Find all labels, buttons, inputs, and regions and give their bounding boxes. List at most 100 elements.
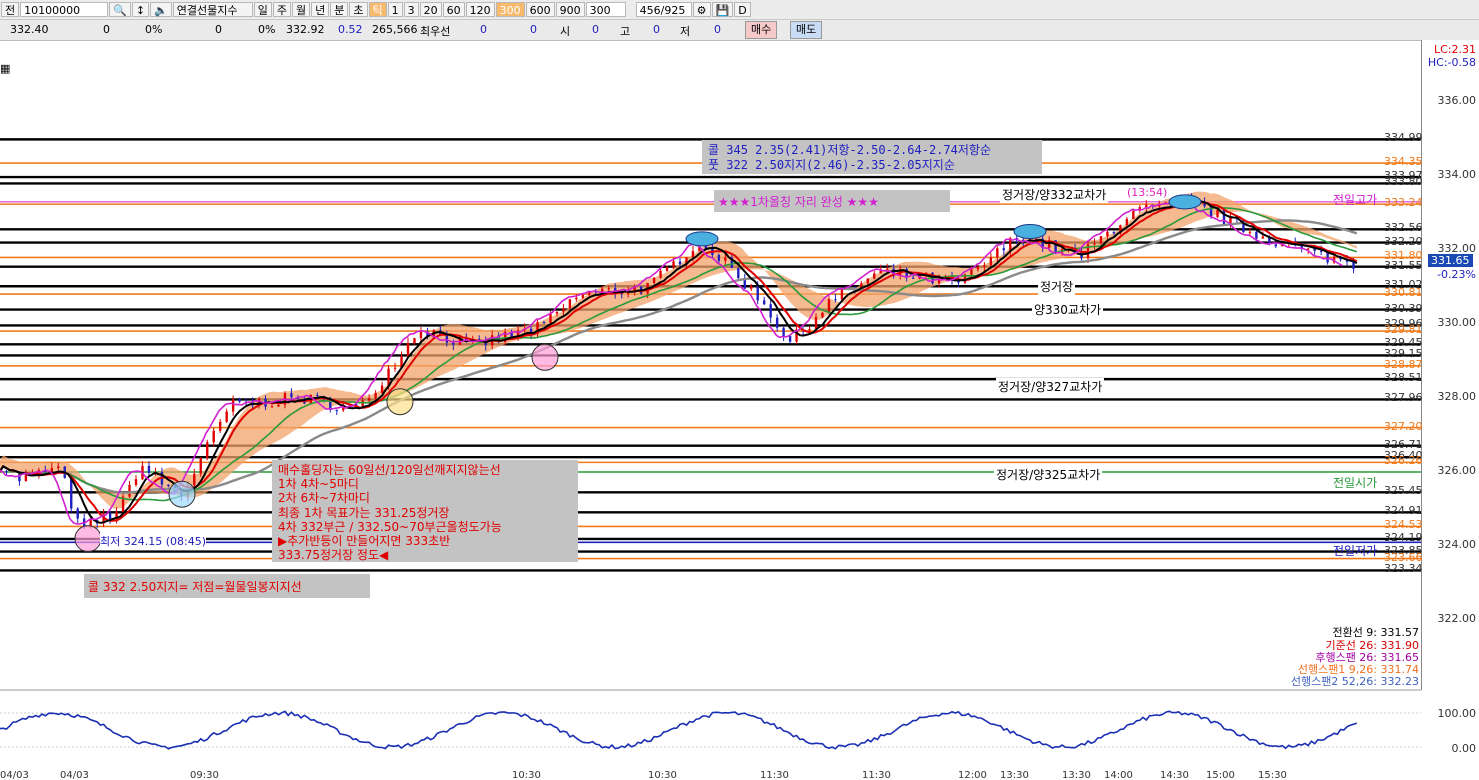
num-300[interactable]: 300 [495,2,525,17]
paging-field[interactable]: 456/925 [635,2,692,17]
strategy-line-2: 1차 4차~5마디 [278,477,359,492]
time-label-8: 13:30 [1000,770,1029,780]
put-support-note: 풋 322 2.50지지(2.46)-2.35-2.05지지순 [708,158,955,172]
bottom-note: 콜 332 2.50지지= 저점=월물일봉지지선 [88,580,302,594]
num-600[interactable]: 600 [525,2,555,17]
quote-v2: 0 [215,23,222,36]
candle-body [419,331,423,339]
candle-body [562,308,565,312]
candle-body [1261,236,1265,239]
time-label-12: 15:00 [1206,770,1235,780]
candle-body [983,265,986,267]
candle-body [290,393,293,398]
price-axis[interactable]: LC:2.31 HC:-0.58 336.00 334.00 332.00 33… [1421,40,1479,755]
candle-body [724,257,727,261]
period-day[interactable]: 일 [253,2,272,17]
price-chart[interactable]: ▦ 04/03 04/03 09:30 10:30 10:30 11:30 11:30 12:… [0,40,1479,780]
tick-322: 322.00 [1437,612,1477,625]
candle-body [231,399,235,412]
candle-body [717,254,721,261]
candle-body [199,458,202,474]
candle-body [413,338,416,344]
candle-body [147,465,151,474]
tick-326: 326.00 [1437,464,1477,477]
save-icon[interactable]: 💾 [711,2,734,17]
price-level-label: 327.20 [1384,419,1423,433]
search-icon[interactable]: 🔍 [109,2,131,17]
num-20[interactable]: 20 [419,2,442,17]
quote-p2: 0% [258,23,276,36]
sound-icon[interactable]: 🔈 [150,2,172,17]
candle-body [76,508,79,519]
candle-body [672,261,675,268]
time-label-10: 14:00 [1104,770,1133,780]
mode-button[interactable]: 전 [1,2,20,17]
candle-body [808,329,811,331]
candle-body [827,299,831,313]
candle-body [652,277,656,284]
period-second[interactable]: 초 [349,2,368,17]
candle-body [737,268,740,279]
time-label-9: 13:30 [1062,770,1091,780]
quote-z4: 0 [653,23,660,36]
time-label-6: 11:30 [862,770,891,780]
spin-icon[interactable]: ↕ [131,2,150,17]
candle-body [1274,244,1278,247]
price-level-label: 334.99 [1384,131,1423,145]
period-minute[interactable]: 분 [330,2,349,17]
quote-z3: 0 [592,23,599,36]
candle-body [238,399,241,402]
period-year[interactable]: 년 [311,2,330,17]
period-month[interactable]: 월 [292,2,311,17]
candle-body [108,513,112,519]
oscillator-line [0,710,1358,750]
candle-body [834,299,837,301]
candle-body [607,288,610,290]
buy-button[interactable]: 매수 [745,21,778,39]
quote-change: 0.52 [338,23,363,36]
signal-circle [74,525,102,553]
sell-button[interactable]: 매도 [790,21,823,39]
time-label-1: 04/03 [60,770,89,780]
num-3[interactable]: 3 [403,2,419,17]
chart-settings-icon[interactable]: ⚙ [692,2,711,17]
legend-leading2: 선행스팬2 52,26: 332.23 [1290,675,1419,688]
period-week[interactable]: 주 [272,2,291,17]
quote-volume: 265,566 [372,23,418,36]
candle-body [782,327,785,336]
strategy-note: 매수홀딩자는 60일선/120일선깨지지않는선 1차 4차~5마디 2차 6차~… [278,463,502,562]
candle-body [886,268,889,270]
period-tick[interactable]: 틱 [368,2,387,17]
num-60[interactable]: 60 [442,2,465,17]
time-label-5: 11:30 [760,770,789,780]
candle-body [840,288,844,300]
lc-label: LC:2.31 [1433,43,1476,56]
candle-body [128,484,131,497]
count-select[interactable]: 300 [585,2,626,17]
time-label-7: 12:00 [958,770,987,780]
current-pct: -0.23% [1437,268,1476,281]
num-120[interactable]: 120 [465,2,495,17]
num-1[interactable]: 1 [387,2,403,17]
symbol-name[interactable]: 연결선물지수 [172,2,253,17]
num-900[interactable]: 900 [555,2,585,17]
candle-body [57,466,60,469]
strategy-line-3: 2차 6차~7차마디 [278,491,370,506]
price-level-label: 328.51 [1384,371,1423,385]
quote-z2: 0 [530,23,537,36]
quote-z5: 0 [714,23,721,36]
candle-body [1255,231,1258,239]
ichimoku-cloud [0,191,1357,509]
price-level-label: 332.56 [1384,221,1423,235]
candle-body [1216,209,1219,218]
price-level-label: 330.81 [1384,286,1423,300]
candle-body [911,277,915,279]
signal-circle [168,480,196,508]
time-label-11: 14:30 [1160,770,1189,780]
candle-body [5,471,8,473]
code-input[interactable]: 10100000 [20,2,109,17]
candle-body [873,273,876,279]
candle-body [70,477,73,509]
candle-body [691,251,695,258]
check-box[interactable]: D [734,2,751,17]
